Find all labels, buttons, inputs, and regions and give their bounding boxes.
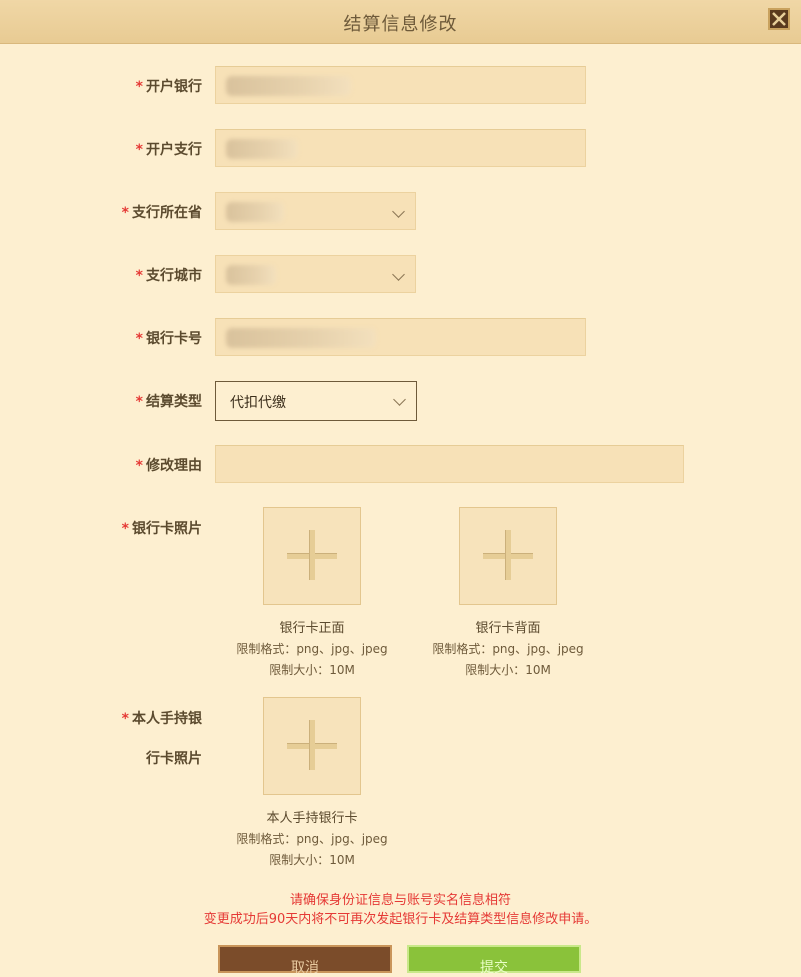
upload-handheld-card[interactable] xyxy=(263,697,361,795)
bank-input[interactable] xyxy=(215,66,586,104)
settle-type-label: * 结算类型 xyxy=(135,394,202,410)
card-back-caption: 银行卡背面 限制格式：png、jpg、jpeg 限制大小：10M xyxy=(432,621,584,677)
chevron-down-icon xyxy=(393,393,406,406)
card-photo-label: * 银行卡照片 xyxy=(121,521,202,537)
card-number-label: * 银行卡号 xyxy=(135,331,202,347)
notice-line-2: 变更成功后90天内将不可再次发起银行卡及结算类型信息修改申请。 xyxy=(203,912,598,927)
blurred-value xyxy=(226,202,284,222)
branch-input[interactable] xyxy=(215,129,586,167)
chevron-down-icon xyxy=(392,205,405,218)
city-label: * 支行城市 xyxy=(135,268,202,284)
upload-card-back[interactable] xyxy=(459,507,557,605)
upload-card-front[interactable] xyxy=(263,507,361,605)
dialog-title: 结算信息修改 xyxy=(343,14,458,35)
blurred-value xyxy=(226,265,276,285)
handheld-label: * 本人手持银 xyxy=(121,711,202,727)
reason-label: * 修改理由 xyxy=(135,458,202,474)
card-front-caption: 银行卡正面 限制格式：png、jpg、jpeg 限制大小：10M xyxy=(236,621,388,677)
blurred-value xyxy=(226,139,298,159)
branch-label: * 开户支行 xyxy=(135,142,202,158)
chevron-down-icon xyxy=(392,268,405,281)
card-number-input[interactable] xyxy=(215,318,586,356)
province-select[interactable] xyxy=(215,192,416,230)
handheld-caption: 本人手持银行卡 限制格式：png、jpg、jpeg 限制大小：10M xyxy=(236,811,388,867)
province-label: * 支行所在省 xyxy=(121,205,202,221)
close-button[interactable] xyxy=(768,8,790,30)
handheld-label-line2: 行卡照片 xyxy=(146,751,202,767)
close-icon xyxy=(772,12,786,26)
settle-type-select[interactable]: 代扣代缴 xyxy=(215,381,417,421)
notice-line-1: 请确保身份证信息与账号实名信息相符 xyxy=(289,893,511,908)
bank-label: * 开户银行 xyxy=(135,79,202,95)
settle-type-value: 代扣代缴 xyxy=(230,395,286,411)
city-select[interactable] xyxy=(215,255,416,293)
blurred-value xyxy=(226,328,376,348)
dialog-titlebar: 结算信息修改 xyxy=(0,0,801,44)
reason-input[interactable] xyxy=(215,445,684,483)
blurred-value xyxy=(226,76,351,96)
